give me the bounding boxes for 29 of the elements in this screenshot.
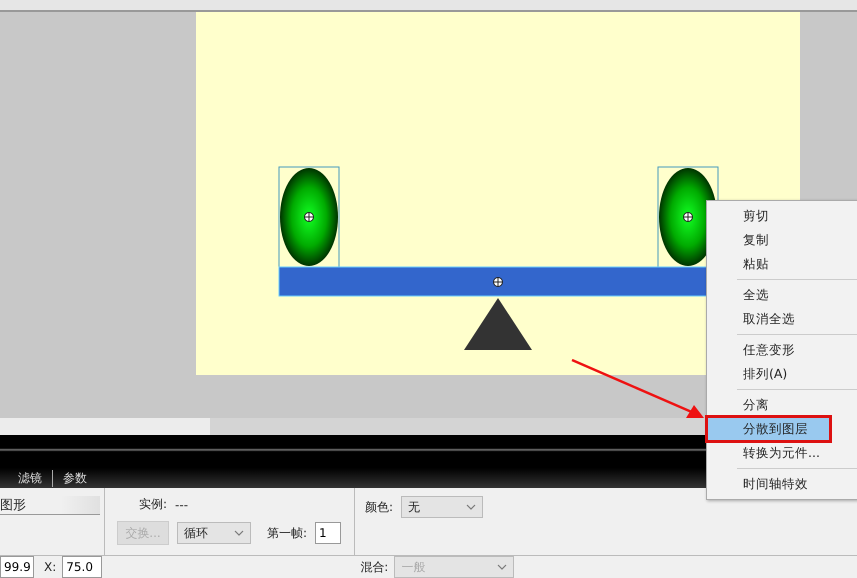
chevron-icon	[234, 530, 244, 536]
menu-item[interactable]: 时间轴特效	[707, 472, 857, 496]
chevron-icon	[497, 564, 508, 570]
menu-item[interactable]: 剪切	[707, 204, 857, 228]
menu-item[interactable]: 任意变形	[707, 338, 857, 362]
width-input[interactable]: 99.9	[0, 556, 34, 578]
x-label: X:	[44, 560, 56, 574]
loop-dropdown[interactable]: 循环	[177, 522, 251, 544]
color-label: 颜色:	[365, 498, 394, 516]
color-dropdown[interactable]: 无	[401, 496, 484, 518]
panel-tab[interactable]: 参数	[52, 470, 97, 487]
menu-item[interactable]: 分散到图层	[707, 417, 830, 441]
x-input[interactable]: 75.0	[62, 556, 102, 578]
instance-label: 实例:	[139, 496, 168, 513]
menu-item[interactable]: 复制	[707, 228, 857, 252]
instance-value: ---	[175, 498, 188, 512]
menu-item[interactable]: 转换为元件...	[707, 441, 857, 465]
menu-item[interactable]: 全选	[707, 283, 857, 307]
blend-label: 混合:	[360, 558, 388, 576]
fulcrum-triangle	[464, 298, 532, 350]
first-frame-label: 第一帧:	[267, 524, 308, 542]
menu-item[interactable]: 分离	[707, 393, 857, 417]
symbol-type-field[interactable]: 图形	[0, 496, 100, 515]
menu-item[interactable]: 粘贴	[707, 252, 857, 276]
menu-item[interactable]: 排列(A)	[707, 362, 857, 386]
panel-tab[interactable]: 滤镜	[8, 470, 52, 487]
menu-item[interactable]: 取消全选	[707, 307, 857, 331]
chevron-icon	[466, 504, 476, 510]
first-frame-input[interactable]: 1	[315, 522, 342, 544]
